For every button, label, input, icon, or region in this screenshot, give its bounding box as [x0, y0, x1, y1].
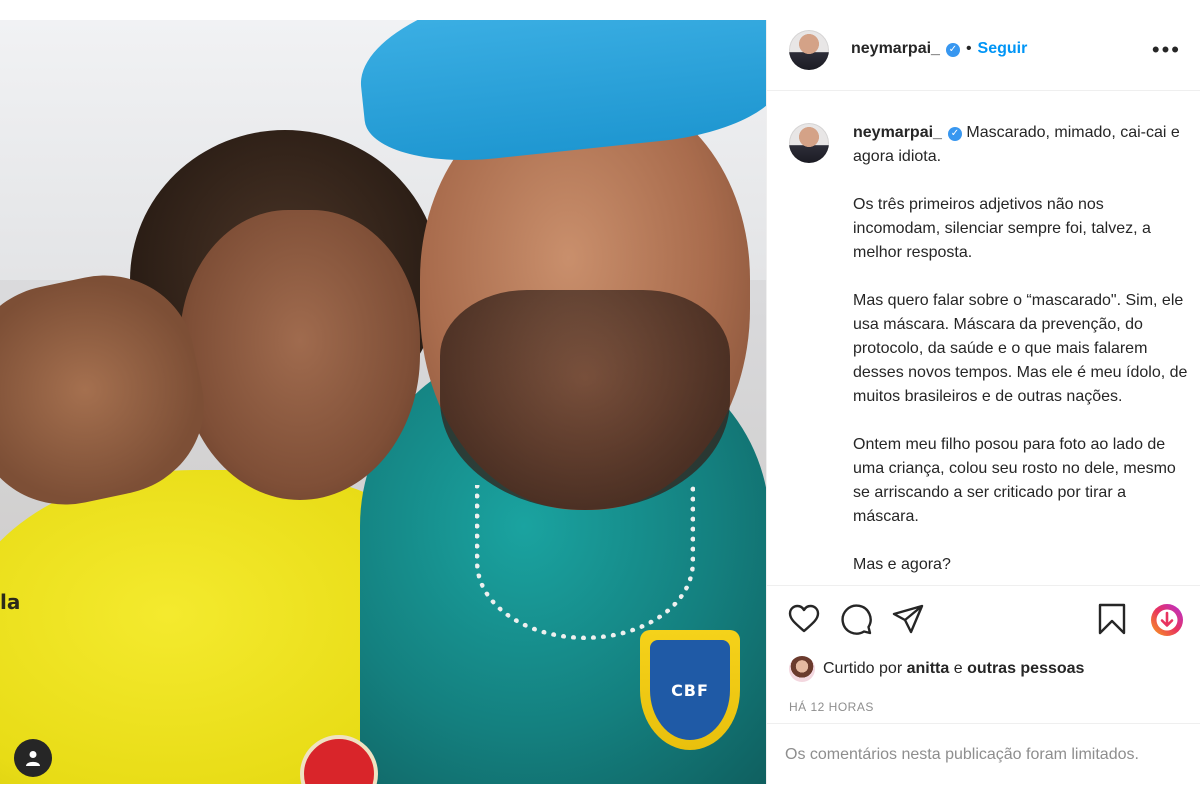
header-author: neymarpai_ ✓ • Seguir — [851, 40, 1027, 58]
caption-area: neymarpai_ ✓ Mascarado, mimado, cai-cai e… — [767, 91, 1200, 585]
cbf-badge-inner: CBF — [650, 640, 730, 740]
post-panel: neymarpai_ ✓ • Seguir ••• neymarpai_ ✓ Masca… — [766, 20, 1200, 784]
caption: neymarpai_ ✓ Mascarado, mimado, cai-cai e… — [853, 121, 1193, 577]
caption-username[interactable]: neymarpai_ — [853, 124, 942, 141]
user-tag-button[interactable] — [14, 739, 52, 777]
post-timestamp[interactable]: HÁ 12 HORAS — [789, 700, 874, 714]
verified-icon: ✓ — [945, 43, 960, 57]
liker-avatar[interactable] — [789, 656, 815, 682]
header-username[interactable]: neymarpai_ — [851, 40, 940, 57]
post-header: neymarpai_ ✓ • Seguir ••• — [767, 20, 1200, 91]
heart-icon[interactable] — [787, 602, 821, 636]
likes-summary: Curtido por anitta e outras pessoas — [789, 656, 1084, 682]
comments-limited-notice: Os comentários nesta publicação foram li… — [767, 723, 1200, 785]
author-avatar[interactable] — [789, 30, 829, 70]
likes-others-link[interactable]: outras pessoas — [967, 660, 1084, 678]
post-photo[interactable]: CBF la — [0, 20, 766, 784]
follow-button[interactable]: Seguir — [978, 40, 1028, 57]
download-icon[interactable] — [1149, 602, 1185, 638]
caption-text: Mascarado, mimado, cai-cai e agora idiot… — [853, 124, 1188, 573]
header-separator: • — [965, 40, 972, 57]
instagram-post: CBF la neymarpai_ ✓ • Seguir ••• neymarpai_… — [0, 20, 1200, 784]
comment-icon[interactable] — [839, 602, 873, 636]
likes-prefix: Curtido por — [823, 660, 907, 677]
shirt-text: la — [0, 590, 21, 614]
likes-middle: e — [949, 660, 968, 677]
user-tag-icon — [26, 751, 40, 766]
cbf-badge: CBF — [640, 630, 740, 750]
share-icon[interactable] — [891, 602, 925, 636]
cbf-badge-text: CBF — [671, 680, 709, 700]
child-face — [180, 210, 420, 500]
caption-avatar[interactable] — [789, 123, 829, 163]
man-beard — [440, 290, 730, 510]
verified-icon: ✓ — [947, 127, 962, 141]
liker-username[interactable]: anitta — [907, 660, 950, 678]
necklace — [475, 485, 695, 640]
bookmark-icon[interactable] — [1097, 602, 1127, 636]
action-bar — [767, 585, 1200, 656]
more-options-icon[interactable]: ••• — [1152, 39, 1181, 61]
